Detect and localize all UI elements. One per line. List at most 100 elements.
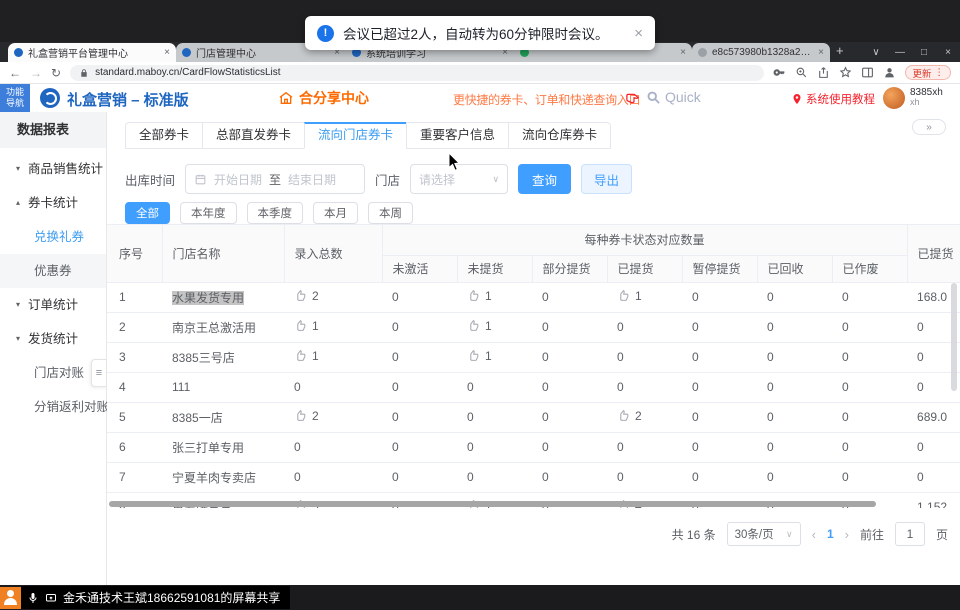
expand-button[interactable]: »: [912, 119, 946, 135]
user-avatar[interactable]: [883, 87, 905, 109]
tab-重要客户信息[interactable]: 重要客户信息: [406, 122, 509, 149]
key-icon[interactable]: [773, 66, 786, 79]
sidebar-collapse-handle[interactable]: ≡: [91, 359, 107, 387]
share-center-link[interactable]: 合分享中心: [278, 88, 369, 108]
sidebar-item-分销返利对账[interactable]: 分销返利对账: [0, 390, 106, 424]
browser-tab[interactable]: e8c573980b1328a258fd2e6f8 ×: [692, 43, 830, 62]
bookmark-star-icon[interactable]: [839, 66, 852, 79]
caret-down-icon: ▾: [16, 152, 28, 186]
minimize-icon[interactable]: —: [888, 47, 912, 58]
tab-favicon-icon: [182, 48, 191, 57]
cell-seq: 2: [107, 312, 162, 342]
user-info: 8385xh xh: [910, 87, 943, 108]
store-filter-label: 门店: [375, 170, 400, 189]
page-size-value: 30条/页: [735, 526, 774, 542]
close-icon[interactable]: ×: [936, 47, 960, 58]
cell-count: 0: [832, 432, 907, 462]
pointer-hand-icon: [467, 349, 480, 362]
next-page-icon[interactable]: ›: [845, 527, 849, 542]
cell-store: 111: [162, 372, 284, 402]
start-date-placeholder: 开始日期: [214, 171, 262, 188]
quick-filter-本季度[interactable]: 本季度: [247, 202, 304, 224]
cell-seq: 4: [107, 372, 162, 402]
chrome-update-button[interactable]: 更新 ⋮: [905, 65, 951, 80]
share-icon[interactable]: [817, 66, 830, 79]
tutorial-link[interactable]: 系统使用教程: [791, 91, 875, 107]
horizontal-scrollbar[interactable]: [109, 501, 876, 507]
count-value: 2: [635, 409, 642, 423]
function-nav-badge[interactable]: 功能 导航: [0, 84, 30, 112]
current-page[interactable]: 1: [827, 527, 834, 541]
table-row: 2南京王总激活用101000000: [107, 312, 960, 342]
pointer-hand-icon: [294, 289, 307, 302]
cell-count: 0: [757, 372, 832, 402]
date-range-input[interactable]: 开始日期 至 结束日期: [185, 164, 365, 194]
card-count-link[interactable]: 1: [467, 349, 492, 363]
address-bar[interactable]: standard.maboy.cn/CardFlowStatisticsList: [70, 65, 764, 81]
browser-tab[interactable]: 礼盒营销平台管理中心 ×: [8, 43, 176, 62]
tab-流向门店券卡[interactable]: 流向门店券卡: [304, 122, 407, 149]
sidebar-item-商品销售统计[interactable]: ▾商品销售统计: [0, 152, 106, 186]
tab-流向仓库券卡[interactable]: 流向仓库券卡: [508, 122, 611, 149]
reload-icon[interactable]: ↻: [51, 67, 61, 79]
profile-icon[interactable]: [883, 66, 896, 79]
card-count-link[interactable]: 2: [294, 289, 319, 303]
prev-page-icon[interactable]: ‹: [812, 527, 816, 542]
tab-close-icon[interactable]: ×: [164, 47, 170, 58]
new-tab-button[interactable]: +: [836, 43, 844, 58]
goto-unit: 页: [936, 526, 948, 543]
cell-count: 0: [532, 282, 607, 312]
tab-总部直发券卡[interactable]: 总部直发券卡: [202, 122, 305, 149]
cell-count: 0: [532, 342, 607, 372]
sidebar-item-发货统计[interactable]: ▾发货统计: [0, 322, 106, 356]
side-panel-icon[interactable]: [861, 66, 874, 79]
table-row: 4111000000000: [107, 372, 960, 402]
tab-search-icon[interactable]: ∨: [864, 47, 888, 58]
goto-page-input[interactable]: 1: [895, 522, 925, 546]
quick-filter-row: 全部本年度本季度本月本周: [125, 202, 413, 224]
search-icon: [646, 90, 661, 105]
cell-count: 1: [284, 342, 382, 372]
vertical-scrollbar[interactable]: [951, 283, 957, 391]
card-count-link[interactable]: 1: [467, 289, 492, 303]
cell-count: 0: [532, 372, 607, 402]
search-button[interactable]: 查询: [518, 164, 571, 194]
quick-filter-本周[interactable]: 本周: [368, 202, 413, 224]
back-icon[interactable]: ←: [9, 67, 21, 79]
maximize-icon[interactable]: □: [912, 47, 936, 58]
chevron-down-icon: ∨: [492, 174, 499, 185]
export-button[interactable]: 导出: [581, 164, 632, 194]
quick-search[interactable]: Quick: [646, 89, 701, 105]
end-date-placeholder: 结束日期: [288, 171, 336, 188]
card-count-link[interactable]: 1: [617, 289, 642, 303]
card-count-link[interactable]: 2: [294, 409, 319, 423]
sidebar-item-券卡统计[interactable]: ▴券卡统计: [0, 186, 106, 220]
quick-filter-本月[interactable]: 本月: [313, 202, 358, 224]
tab-全部券卡[interactable]: 全部券卡: [125, 122, 203, 149]
cell-count: 0: [457, 402, 532, 432]
cell-count: 0: [382, 462, 457, 492]
pagination: 共 16 条 30条/页 ∨ ‹ 1 › 前往 1 页: [672, 522, 948, 546]
card-count-link[interactable]: 1: [467, 319, 492, 333]
sidebar-item-兑换礼券[interactable]: 兑换礼券: [0, 220, 106, 254]
tab-close-icon[interactable]: ×: [680, 47, 686, 58]
card-count-link[interactable]: 1: [294, 319, 319, 333]
forward-icon[interactable]: →: [30, 67, 42, 79]
nav-badge-line2: 导航: [6, 98, 24, 109]
sidebar: 数据报表 ▾商品销售统计▴券卡统计兑换礼券优惠券▾订单统计▾发货统计门店对账分销…: [0, 112, 107, 585]
sidebar-item-优惠券[interactable]: 优惠券: [0, 254, 106, 288]
zoom-icon[interactable]: [795, 66, 808, 79]
quick-filter-本年度[interactable]: 本年度: [180, 202, 237, 224]
promo-text: 更快捷的券卡、订单和快递查询入口: [453, 91, 640, 108]
sidebar-item-订单统计[interactable]: ▾订单统计: [0, 288, 106, 322]
tab-close-icon[interactable]: ×: [818, 47, 824, 58]
card-count-link[interactable]: 1: [294, 349, 319, 363]
cell-count: 2: [284, 282, 382, 312]
meeting-app-icon[interactable]: [0, 587, 21, 609]
card-count-link[interactable]: 2: [617, 409, 642, 423]
page-size-select[interactable]: 30条/页 ∨: [727, 522, 801, 546]
sidebar-item-label: 发货统计: [28, 322, 78, 356]
quick-filter-全部[interactable]: 全部: [125, 202, 170, 224]
close-icon[interactable]: ×: [634, 25, 643, 42]
cell-store: 宁夏羊肉专卖店: [162, 462, 284, 492]
